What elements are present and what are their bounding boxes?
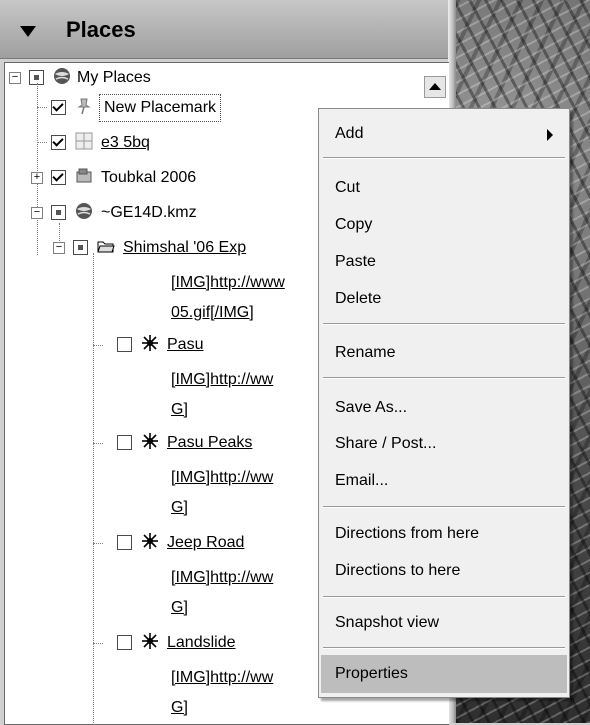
tree-item-pasu-peaks[interactable]: Pasu Peaks xyxy=(167,428,252,458)
pasu-peaks-description-line1[interactable]: [IMG]http://ww xyxy=(171,463,273,493)
starburst-icon xyxy=(142,433,158,449)
jeep-road-description-line1[interactable]: [IMG]http://ww xyxy=(171,563,273,593)
checkbox-new-placemark[interactable] xyxy=(51,100,66,115)
menu-item-snapshot-view[interactable]: Snapshot view xyxy=(321,606,567,640)
globe-icon xyxy=(54,68,70,84)
globe-icon xyxy=(76,203,92,219)
tree-item-e3[interactable]: e3 5bq xyxy=(101,128,150,158)
starburst-icon xyxy=(142,633,158,649)
collapse-ge14d[interactable]: − xyxy=(31,207,43,219)
tree-item-shimshal[interactable]: Shimshal '06 Exp xyxy=(123,233,246,263)
pasu-description-line2[interactable]: G] xyxy=(171,395,188,425)
scroll-up-arrow-icon[interactable] xyxy=(424,76,446,98)
collapse-my-places[interactable]: − xyxy=(9,72,21,84)
folder-tour-icon xyxy=(76,168,92,183)
tree-item-jeep-road[interactable]: Jeep Road xyxy=(167,528,244,558)
tree-item-my-places[interactable]: My Places xyxy=(77,63,151,93)
checkbox-toubkal[interactable] xyxy=(51,170,66,185)
panel-title: Places xyxy=(66,17,136,42)
places-panel-header[interactable]: Places xyxy=(0,0,448,59)
tree-item-pasu[interactable]: Pasu xyxy=(167,330,203,360)
landslide-description-line2[interactable]: G] xyxy=(171,693,188,723)
menu-item-rename[interactable]: Rename xyxy=(321,336,567,370)
expand-toubkal[interactable]: + xyxy=(31,172,43,184)
pasu-peaks-description-line2[interactable]: G] xyxy=(171,493,188,523)
menu-item-copy[interactable]: Copy xyxy=(321,208,567,242)
tree-item-landslide[interactable]: Landslide xyxy=(167,628,236,658)
jeep-road-description-line2[interactable]: G] xyxy=(171,593,188,623)
tree-item-ge14d[interactable]: ~GE14D.kmz xyxy=(101,198,197,228)
menu-item-email[interactable]: Email... xyxy=(321,464,567,498)
collapse-shimshal[interactable]: − xyxy=(53,242,65,254)
menu-item-share[interactable]: Share / Post... xyxy=(321,427,567,461)
submenu-arrow-icon xyxy=(547,129,553,141)
menu-item-directions-to[interactable]: Directions to here xyxy=(321,554,567,588)
open-folder-icon xyxy=(97,241,115,253)
context-menu: Add Cut Copy Paste Delete Rename Save As… xyxy=(318,108,570,698)
collapse-triangle-icon[interactable] xyxy=(20,26,36,37)
menu-item-add-label: Add xyxy=(335,125,364,142)
menu-item-cut[interactable]: Cut xyxy=(321,171,567,205)
menu-item-save-as[interactable]: Save As... xyxy=(321,391,567,425)
landslide-description-line1[interactable]: [IMG]http://ww xyxy=(171,663,273,693)
checkbox-shimshal[interactable] xyxy=(73,240,88,255)
menu-item-add[interactable]: Add xyxy=(321,117,567,151)
starburst-icon xyxy=(142,335,158,351)
shimshal-description-line2[interactable]: 05.gif[/IMG] xyxy=(171,298,254,328)
tree-item-toubkal[interactable]: Toubkal 2006 xyxy=(101,163,196,193)
menu-item-delete[interactable]: Delete xyxy=(321,282,567,316)
pushpin-icon xyxy=(77,98,91,115)
shimshal-description-line1[interactable]: [IMG]http://www xyxy=(171,268,285,298)
checkbox-pasu-peaks[interactable] xyxy=(117,435,132,450)
checkbox-jeep-road[interactable] xyxy=(117,535,132,550)
overlay-grid-icon xyxy=(75,132,93,150)
pasu-description-line1[interactable]: [IMG]http://ww xyxy=(171,365,273,395)
checkbox-pasu[interactable] xyxy=(117,337,132,352)
menu-item-directions-from[interactable]: Directions from here xyxy=(321,517,567,551)
tree-item-new-placemark[interactable]: New Placemark xyxy=(99,94,222,122)
checkbox-ge14d[interactable] xyxy=(51,205,66,220)
menu-item-properties[interactable]: Properties xyxy=(321,655,567,693)
checkbox-e3[interactable] xyxy=(51,135,66,150)
menu-item-paste[interactable]: Paste xyxy=(321,245,567,279)
starburst-icon xyxy=(142,533,158,549)
checkbox-landslide[interactable] xyxy=(117,635,132,650)
